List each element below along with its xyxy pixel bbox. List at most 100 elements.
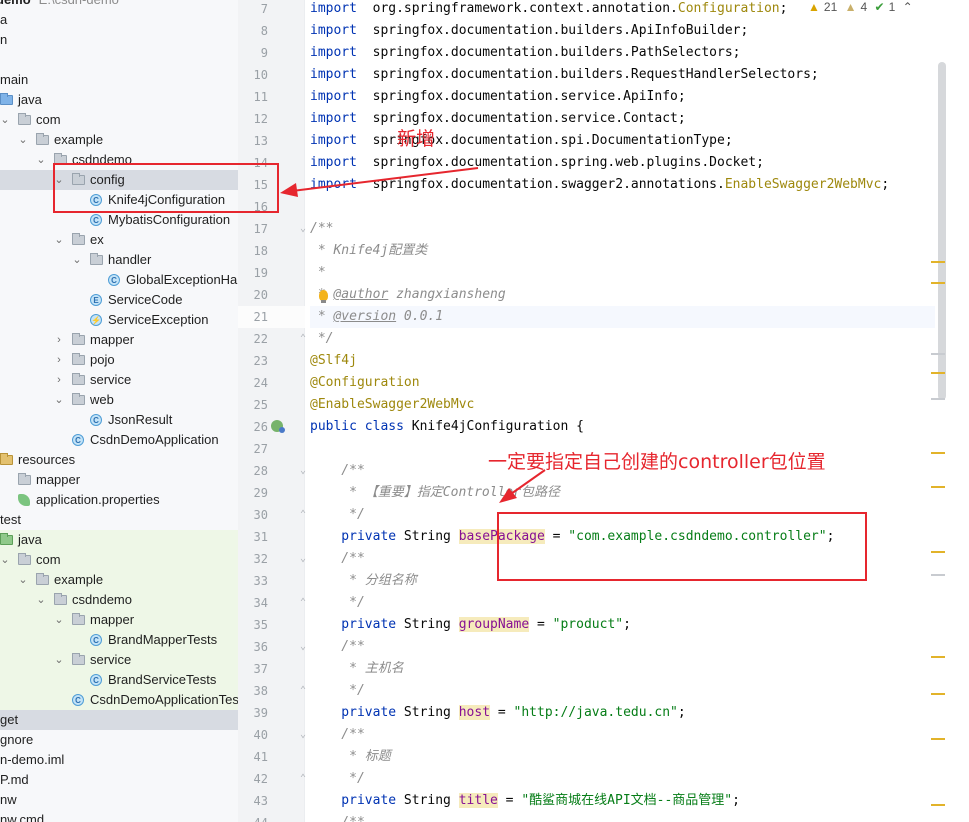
tree-row[interactable]: get: [0, 710, 238, 730]
code-line[interactable]: */: [310, 680, 935, 702]
tree-row[interactable]: ⌄ mapper: [0, 610, 238, 630]
fold-marker-icon[interactable]: ⌄: [298, 460, 308, 482]
chevron-right-icon[interactable]: ›: [54, 370, 64, 390]
tree-row[interactable]: mapper: [0, 470, 238, 490]
chevron-down-icon[interactable]: ⌄: [54, 390, 64, 410]
code-line[interactable]: * 主机名: [310, 658, 935, 680]
code-line[interactable]: */: [310, 504, 935, 526]
tree-row[interactable]: ServiceCode: [0, 290, 238, 311]
chevron-down-icon[interactable]: ⌄: [54, 610, 64, 630]
tree-row[interactable]: ⌄ csdndemo: [0, 590, 238, 610]
tree-row[interactable]: application.properties: [0, 490, 238, 510]
error-stripe-marker[interactable]: [931, 551, 945, 553]
lightbulb-icon[interactable]: [319, 290, 328, 303]
error-stripe-marker[interactable]: [931, 574, 945, 576]
tree-row[interactable]: [0, 50, 238, 70]
tree-row[interactable]: JsonResult: [0, 410, 238, 431]
code-line[interactable]: [310, 196, 935, 218]
tree-row[interactable]: Knife4jConfiguration: [0, 190, 238, 211]
fold-marker-icon[interactable]: ⌃: [298, 328, 308, 350]
tree-row[interactable]: CsdnDemoApplication: [0, 430, 238, 451]
tree-row[interactable]: resources: [0, 450, 238, 470]
tree-row[interactable]: n-demo.iml: [0, 750, 238, 770]
project-root-row[interactable]: demo E:\csdn-demo: [0, 0, 238, 10]
code-line[interactable]: /**: [310, 218, 935, 240]
error-stripe-marker[interactable]: [931, 282, 945, 284]
code-line[interactable]: import springfox.documentation.builders.…: [310, 64, 935, 86]
code-line[interactable]: import springfox.documentation.service.A…: [310, 86, 935, 108]
fold-marker-icon[interactable]: ⌃: [298, 592, 308, 614]
chevron-down-icon[interactable]: ⌄: [54, 230, 64, 250]
code-line[interactable]: @Slf4j: [310, 350, 935, 372]
tree-row[interactable]: ServiceException: [0, 310, 238, 331]
code-line[interactable]: /**: [310, 724, 935, 746]
fold-marker-icon[interactable]: ⌄: [298, 812, 308, 822]
tree-row[interactable]: CsdnDemoApplicationTest: [0, 690, 238, 711]
error-stripe-marker[interactable]: [931, 261, 945, 263]
tree-row[interactable]: ⌄ example: [0, 570, 238, 590]
tree-row[interactable]: MybatisConfiguration: [0, 210, 238, 231]
inspection-widget[interactable]: ▲ 21 ▲ 4 ✔ 1 ⌃: [808, 0, 917, 14]
tree-row[interactable]: › mapper: [0, 330, 238, 350]
error-stripe-marker[interactable]: [931, 738, 945, 740]
tree-row[interactable]: test: [0, 510, 238, 530]
tree-row[interactable]: › pojo: [0, 350, 238, 370]
code-line[interactable]: public class Knife4jConfiguration {: [310, 416, 935, 438]
error-stripe-marker[interactable]: [931, 804, 945, 806]
fold-marker-icon[interactable]: ⌄: [298, 636, 308, 658]
code-line[interactable]: */: [310, 592, 935, 614]
code-line[interactable]: import springfox.documentation.builders.…: [310, 20, 935, 42]
tree-row[interactable]: nw.cmd: [0, 810, 238, 822]
tree-row[interactable]: java: [0, 90, 238, 110]
code-editor[interactable]: 7 8 9 10 11 12 13 14 15 16 17 ⌄ 18 19 20 21 22 ⌃ 23 24 25 26 2…: [238, 0, 969, 822]
code-line[interactable]: * @version 0.0.1: [310, 306, 935, 328]
error-stripe-marker[interactable]: [931, 353, 945, 355]
code-line[interactable]: * Knife4j配置类: [310, 240, 935, 262]
code-line[interactable]: private String basePackage = "com.exampl…: [310, 526, 935, 548]
tree-row[interactable]: ⌄ com: [0, 550, 238, 570]
chevron-down-icon[interactable]: ⌄: [36, 150, 46, 170]
chevron-down-icon[interactable]: ⌄: [0, 110, 10, 130]
code-line[interactable]: import springfox.documentation.swagger2.…: [310, 174, 935, 196]
fold-marker-icon[interactable]: ⌃: [298, 768, 308, 790]
code-line[interactable]: @EnableSwagger2WebMvc: [310, 394, 935, 416]
tree-row[interactable]: ⌄ config: [0, 170, 238, 190]
fold-marker-icon[interactable]: ⌃: [298, 680, 308, 702]
tree-row[interactable]: ⌄ handler: [0, 250, 238, 270]
vertical-scrollbar-thumb[interactable]: [938, 62, 946, 400]
tree-row[interactable]: gnore: [0, 730, 238, 750]
fold-marker-icon[interactable]: ⌄: [298, 218, 308, 240]
fold-marker-icon[interactable]: ⌄: [298, 724, 308, 746]
chevron-down-icon[interactable]: ⌄: [0, 550, 10, 570]
chevron-down-icon[interactable]: ⌄: [18, 130, 28, 150]
code-line[interactable]: * 标题: [310, 746, 935, 768]
tree-row[interactable]: BrandMapperTests: [0, 630, 238, 651]
code-line[interactable]: * 分组名称: [310, 570, 935, 592]
chevron-down-icon[interactable]: ⌄: [54, 170, 64, 190]
chevron-right-icon[interactable]: ›: [54, 330, 64, 350]
tree-row[interactable]: ⌄ com: [0, 110, 238, 130]
code-line[interactable]: private String host = "http://java.tedu.…: [310, 702, 935, 724]
code-line[interactable]: /**: [310, 636, 935, 658]
chevron-up-icon[interactable]: ⌃: [903, 0, 913, 14]
code-line[interactable]: import springfox.documentation.builders.…: [310, 42, 935, 64]
tree-row[interactable]: main: [0, 70, 238, 90]
code-line[interactable]: private String title = "酷鲨商城在线API文档--商品管…: [310, 790, 935, 812]
tree-row[interactable]: n: [0, 30, 238, 50]
error-stripe-marker[interactable]: [931, 486, 945, 488]
tree-row[interactable]: ⌄ web: [0, 390, 238, 410]
error-stripe-marker[interactable]: [931, 693, 945, 695]
tree-row[interactable]: ⌄ example: [0, 130, 238, 150]
tree-row[interactable]: nw: [0, 790, 238, 810]
code-line[interactable]: @Configuration: [310, 372, 935, 394]
error-stripe-marker[interactable]: [931, 656, 945, 658]
tree-row[interactable]: P.md: [0, 770, 238, 790]
chevron-right-icon[interactable]: ›: [54, 350, 64, 370]
tree-row[interactable]: BrandServiceTests: [0, 670, 238, 691]
chevron-down-icon[interactable]: ⌄: [18, 570, 28, 590]
error-stripe-marker[interactable]: [931, 452, 945, 454]
spring-bean-icon[interactable]: [271, 420, 285, 433]
code-line[interactable]: *: [310, 262, 935, 284]
code-line[interactable]: */: [310, 328, 935, 350]
code-line[interactable]: */: [310, 768, 935, 790]
